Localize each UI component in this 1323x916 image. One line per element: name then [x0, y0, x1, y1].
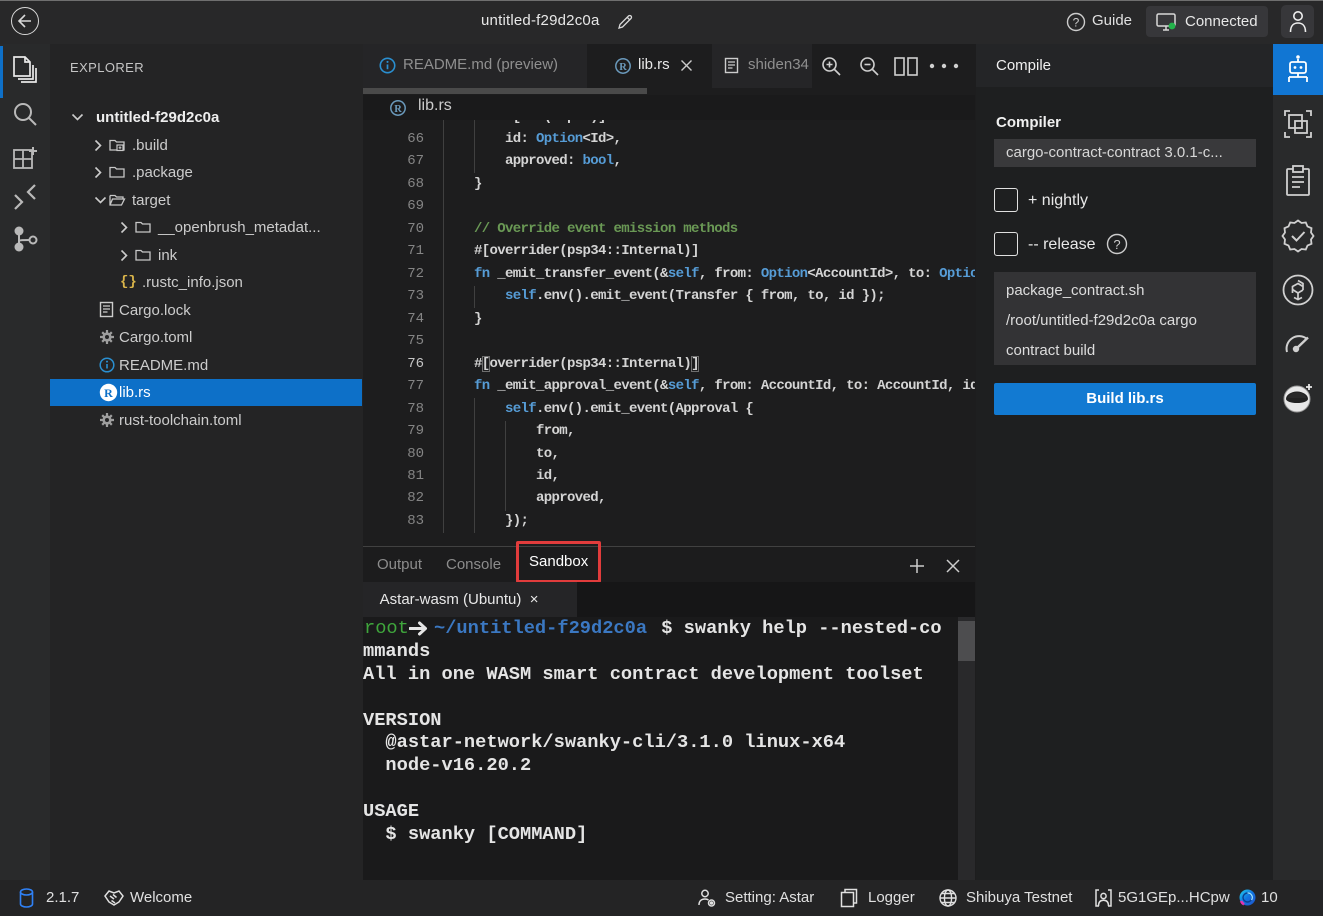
svg-text:R: R — [619, 62, 627, 73]
svg-text:R: R — [394, 104, 402, 115]
svg-text:?: ? — [1073, 16, 1080, 30]
svg-text:R: R — [104, 386, 113, 400]
svg-text:?: ? — [1113, 237, 1120, 252]
